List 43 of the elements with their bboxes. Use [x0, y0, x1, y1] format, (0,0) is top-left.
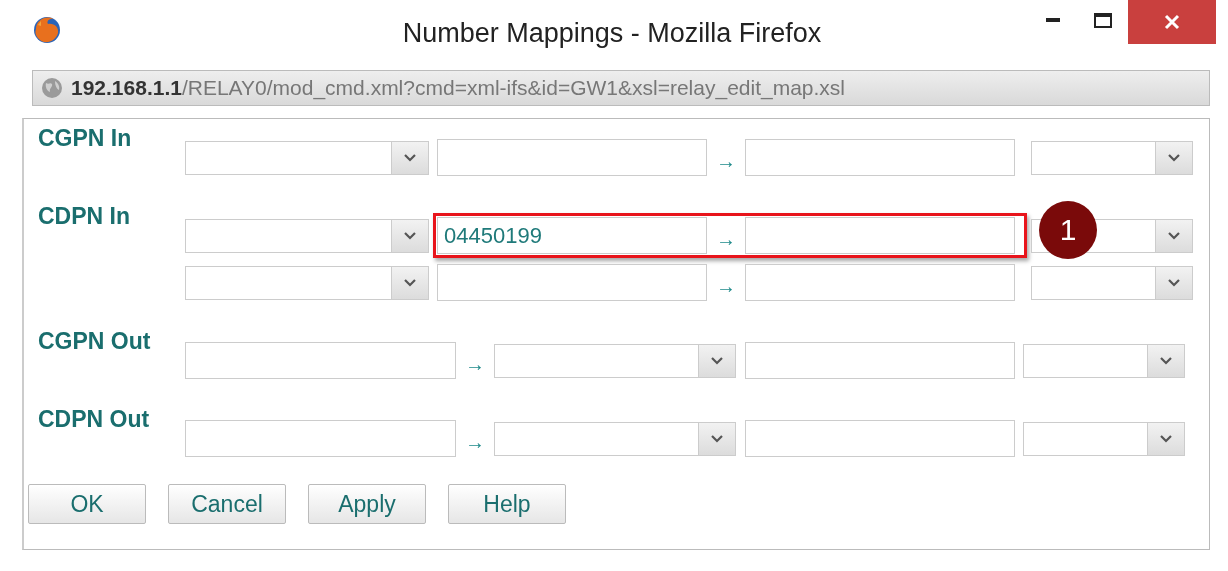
dialog-button[interactable]: OK — [28, 484, 146, 524]
dialog-button[interactable]: Cancel — [168, 484, 286, 524]
section-label: CGPN Out — [38, 328, 151, 355]
section-label: CDPN In — [38, 203, 130, 230]
chevron-down-icon — [1167, 277, 1181, 288]
text-field[interactable] — [437, 139, 707, 176]
section-label: CDPN Out — [38, 406, 150, 433]
minimize-icon — [1046, 18, 1060, 22]
text-field[interactable] — [185, 342, 456, 379]
chevron-down-icon — [403, 277, 417, 288]
url-host: 192.168.1.1 — [71, 76, 182, 99]
text-field[interactable]: 04450199 — [437, 217, 707, 254]
arrow: → — [715, 274, 737, 298]
text-field[interactable] — [437, 264, 707, 301]
address-bar[interactable]: 192.168.1.1/RELAY0/mod_cmd.xml?cmd=xml-ifs&id=GW1&xsl=relay_edit_map.xsl — [32, 70, 1210, 106]
maximize-icon — [1094, 12, 1112, 28]
arrow: → — [464, 430, 486, 454]
text-field[interactable] — [185, 420, 456, 457]
chevron-down-icon — [403, 230, 417, 241]
chevron-down-icon — [403, 152, 417, 163]
callout-badge: 1 — [1039, 200, 1097, 259]
chevron-down-icon — [1159, 355, 1173, 366]
arrow: → — [464, 352, 486, 376]
chevron-down-icon — [1167, 152, 1181, 163]
text-field[interactable] — [745, 420, 1015, 457]
close-icon — [1164, 14, 1180, 30]
url-path: /RELAY0/mod_cmd.xml?cmd=xml-ifs&id=GW1&xsl=relay_edit_map.xsl — [181, 76, 846, 99]
window-title: Number Mappings - Mozilla Firefox — [402, 18, 822, 48]
section-label: CGPN In — [38, 125, 132, 152]
chevron-down-icon — [1167, 230, 1181, 241]
dialog-button[interactable]: Help — [448, 484, 566, 524]
text-field[interactable] — [745, 264, 1015, 301]
text-field[interactable] — [745, 342, 1015, 379]
arrow: → — [715, 227, 737, 251]
chevron-down-icon — [710, 433, 724, 444]
chevron-down-icon — [710, 355, 724, 366]
chevron-down-icon — [1159, 433, 1173, 444]
dialog-button[interactable]: Apply — [308, 484, 426, 524]
browser-logo-icon — [32, 15, 62, 45]
text-field[interactable] — [745, 217, 1015, 254]
globe-icon — [41, 77, 63, 99]
arrow: → — [715, 149, 737, 173]
text-field[interactable] — [745, 139, 1015, 176]
